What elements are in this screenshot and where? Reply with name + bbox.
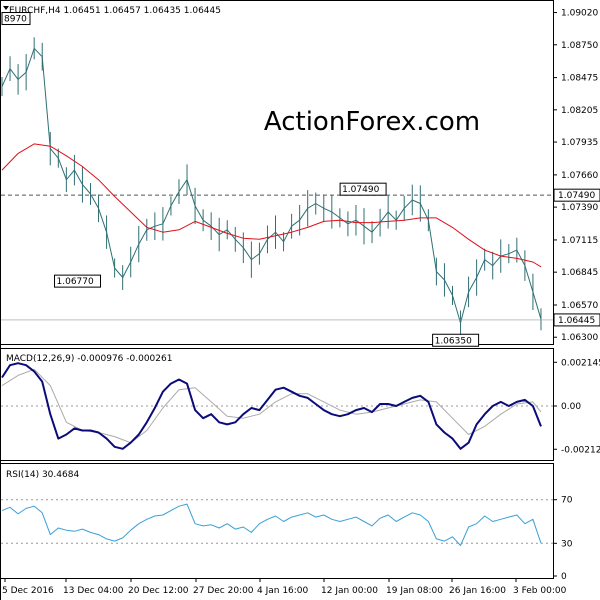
time-axis: 5 Dec 2016 13 Dec 04:00 20 Dec 12:00 27 Dec… <box>2 578 567 596</box>
annotation-label: 8970 <box>4 15 27 25</box>
time-tick-label: 4 Jan 16:00 <box>257 586 309 596</box>
rsi-pane <box>0 463 554 579</box>
macd-tick-label: 0.002145 <box>561 358 600 368</box>
level-price-label: 1.07490 <box>558 191 595 201</box>
ma-line <box>1 143 542 268</box>
price-tick-label: 1.06570 <box>561 301 598 311</box>
rsi-series <box>1 503 542 546</box>
time-tick-label: 20 Dec 12:00 <box>128 586 189 596</box>
symbol-header: EURCHF,H4 1.06451 1.06457 1.06435 1.0644… <box>9 6 221 16</box>
macd-pane <box>0 348 554 461</box>
rsi-tick-label: 0 <box>561 572 567 582</box>
annotation-label: 1.06770 <box>57 277 94 287</box>
price-tick-label: 1.06300 <box>561 333 598 343</box>
macd-title: MACD(12,26,9) -0.000976 -0.000261 <box>6 354 172 364</box>
price-tick-label: 1.09020 <box>561 9 598 19</box>
macd-tick-label: -0.002122 <box>561 445 600 455</box>
time-tick-label: 13 Dec 04:00 <box>63 586 124 596</box>
current-price-label: 1.06445 <box>558 316 595 326</box>
rsi-title: RSI(14) 30.4684 <box>6 470 79 480</box>
watermark: ActionForex.com <box>264 107 480 137</box>
rsi-tick-label: 30 <box>561 539 573 549</box>
price-tick-label: 1.07390 <box>561 203 598 213</box>
price-tick-label: 1.08750 <box>561 41 598 51</box>
price-tick-label: 1.07115 <box>561 236 598 246</box>
macd-axis: 0.002145 0.00 -0.002122 <box>1 358 600 455</box>
price-axis: 1.09020 1.08750 1.08475 1.08205 1.07935 1.076… <box>553 9 598 343</box>
time-tick-label: 12 Jan 00:00 <box>321 586 378 596</box>
price-tick-label: 1.07660 <box>561 171 598 181</box>
time-tick-label: 27 Dec 20:00 <box>193 586 254 596</box>
rsi-axis: 70 30 0 <box>1 496 573 582</box>
price-pane <box>0 0 554 345</box>
time-tick-label: 26 Jan 16:00 <box>449 586 506 596</box>
chart-canvas: ActionForex.com EURCHF,H4 1.06451 1.0645… <box>0 0 600 600</box>
price-tick-label: 1.08205 <box>561 106 598 116</box>
moving-average-series <box>1 143 542 268</box>
time-tick-label: 19 Jan 08:00 <box>386 586 443 596</box>
annotation-label: 1.06350 <box>435 336 472 346</box>
price-tick-label: 1.08475 <box>561 74 598 84</box>
rsi-tick-label: 70 <box>561 496 573 506</box>
rsi-line <box>1 503 542 546</box>
price-tick-label: 1.06845 <box>561 268 598 278</box>
price-series <box>1 37 542 336</box>
price-tick-label: 1.07935 <box>561 138 598 148</box>
annotation-label: 1.07490 <box>342 185 379 195</box>
time-tick-label: 5 Dec 2016 <box>2 586 54 596</box>
time-tick-label: 3 Feb 00:00 <box>513 586 567 596</box>
macd-tick-label: 0.00 <box>561 402 581 412</box>
price-annotations: 8970 1.06770 1.07490 1.06350 <box>1 12 480 347</box>
current-price: 1.06445 <box>1 313 600 327</box>
